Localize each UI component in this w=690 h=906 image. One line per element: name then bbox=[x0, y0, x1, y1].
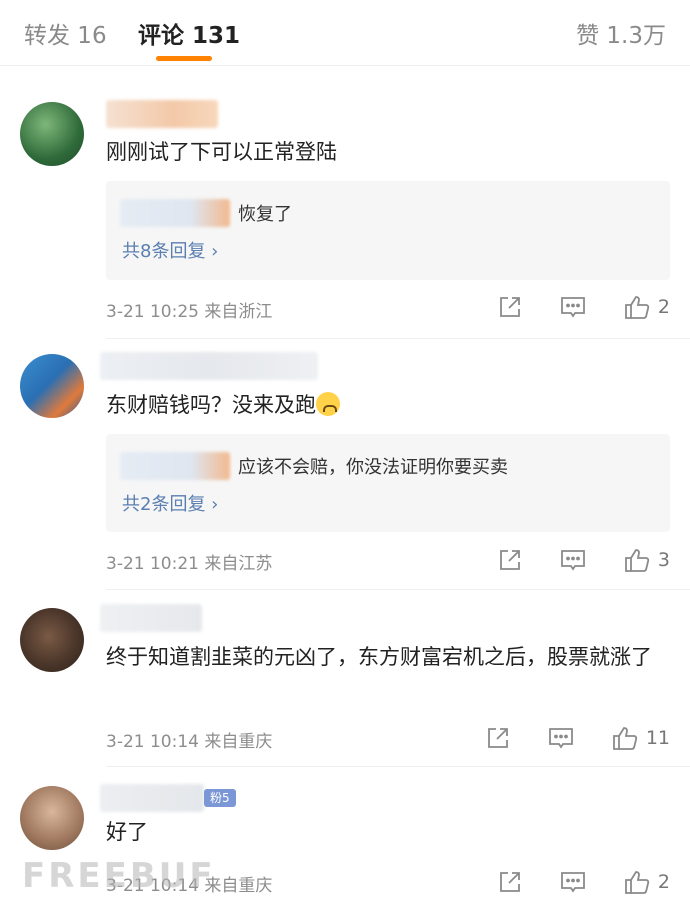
tab-comments[interactable]: 评论 131 bbox=[138, 16, 240, 50]
comment-text-content: 东财赔钱吗？没来及跑 bbox=[106, 393, 316, 417]
divider bbox=[106, 766, 690, 767]
reply-username-blurred bbox=[120, 199, 230, 227]
reply-box[interactable]: 应该不会赔，你没法证明你要买卖 共2条回复 › bbox=[106, 434, 670, 532]
view-replies-link[interactable]: 共2条回复 › bbox=[122, 490, 218, 516]
like-count: 2 bbox=[657, 296, 670, 318]
comment-text: 好了 bbox=[106, 820, 148, 844]
reply-username-blurred bbox=[120, 452, 230, 480]
username-blurred[interactable] bbox=[106, 100, 218, 128]
reply-box[interactable]: 恢复了 共8条回复 › bbox=[106, 181, 670, 280]
comment-icon[interactable] bbox=[560, 548, 586, 572]
crying-emoji-icon bbox=[316, 392, 340, 416]
like-button[interactable]: 2 bbox=[624, 869, 670, 895]
like-count: 3 bbox=[657, 549, 670, 571]
share-icon[interactable] bbox=[498, 870, 522, 894]
comment-meta: 3-21 10:14 来自重庆 bbox=[106, 732, 273, 752]
reply-preview: 应该不会赔，你没法证明你要买卖 bbox=[120, 450, 508, 482]
comment-text: 东财赔钱吗？没来及跑 bbox=[106, 387, 666, 423]
share-icon[interactable] bbox=[498, 548, 522, 572]
share-icon[interactable] bbox=[486, 726, 510, 750]
avatar[interactable] bbox=[20, 102, 84, 166]
username-blurred[interactable] bbox=[100, 352, 318, 380]
avatar[interactable] bbox=[20, 354, 84, 418]
active-tab-indicator bbox=[156, 56, 212, 61]
tab-likes[interactable]: 赞 1.3万 bbox=[576, 16, 666, 50]
view-replies-link[interactable]: 共8条回复 › bbox=[122, 237, 218, 263]
comment-text: 终于知道割韭菜的元凶了，东方财富宕机之后，股票就涨了 bbox=[106, 645, 652, 669]
share-icon[interactable] bbox=[498, 295, 522, 319]
divider bbox=[106, 589, 690, 590]
thumbs-up-icon bbox=[612, 727, 637, 750]
comment-text: 刚刚试了下可以正常登陆 bbox=[106, 140, 337, 164]
like-count: 11 bbox=[645, 727, 670, 749]
watermark-logo: FREEBUF bbox=[22, 856, 216, 896]
comment-icon[interactable] bbox=[560, 870, 586, 894]
comment-actions: 2 bbox=[460, 867, 670, 897]
comment-actions: 3 bbox=[460, 545, 670, 575]
comment-icon[interactable] bbox=[560, 295, 586, 319]
reply-preview: 恢复了 bbox=[120, 197, 292, 229]
comment-tabs: 转发 16 评论 131 赞 1.3万 bbox=[0, 0, 690, 66]
comment-actions: 11 bbox=[448, 723, 670, 753]
reply-text: 应该不会赔，你没法证明你要买卖 bbox=[238, 457, 508, 478]
thumbs-up-icon bbox=[625, 296, 650, 319]
fan-level-badge: 粉5 bbox=[204, 789, 236, 807]
thumbs-up-icon bbox=[625, 549, 650, 572]
tab-reposts[interactable]: 转发 16 bbox=[24, 16, 107, 50]
username-blurred[interactable] bbox=[100, 784, 204, 812]
reply-text: 恢复了 bbox=[238, 204, 292, 225]
like-button[interactable]: 2 bbox=[624, 294, 670, 320]
comment-icon[interactable] bbox=[548, 726, 574, 750]
thumbs-up-icon bbox=[625, 871, 650, 894]
comment-meta: 3-21 10:25 来自浙江 bbox=[106, 302, 273, 322]
divider bbox=[106, 338, 690, 339]
like-button[interactable]: 11 bbox=[612, 725, 670, 751]
comment-actions: 2 bbox=[460, 292, 670, 322]
username-blurred[interactable] bbox=[100, 604, 202, 632]
comment-meta: 3-21 10:21 来自江苏 bbox=[106, 554, 273, 574]
like-count: 2 bbox=[657, 871, 670, 893]
like-button[interactable]: 3 bbox=[624, 547, 670, 573]
avatar[interactable] bbox=[20, 608, 84, 672]
avatar[interactable] bbox=[20, 786, 84, 850]
